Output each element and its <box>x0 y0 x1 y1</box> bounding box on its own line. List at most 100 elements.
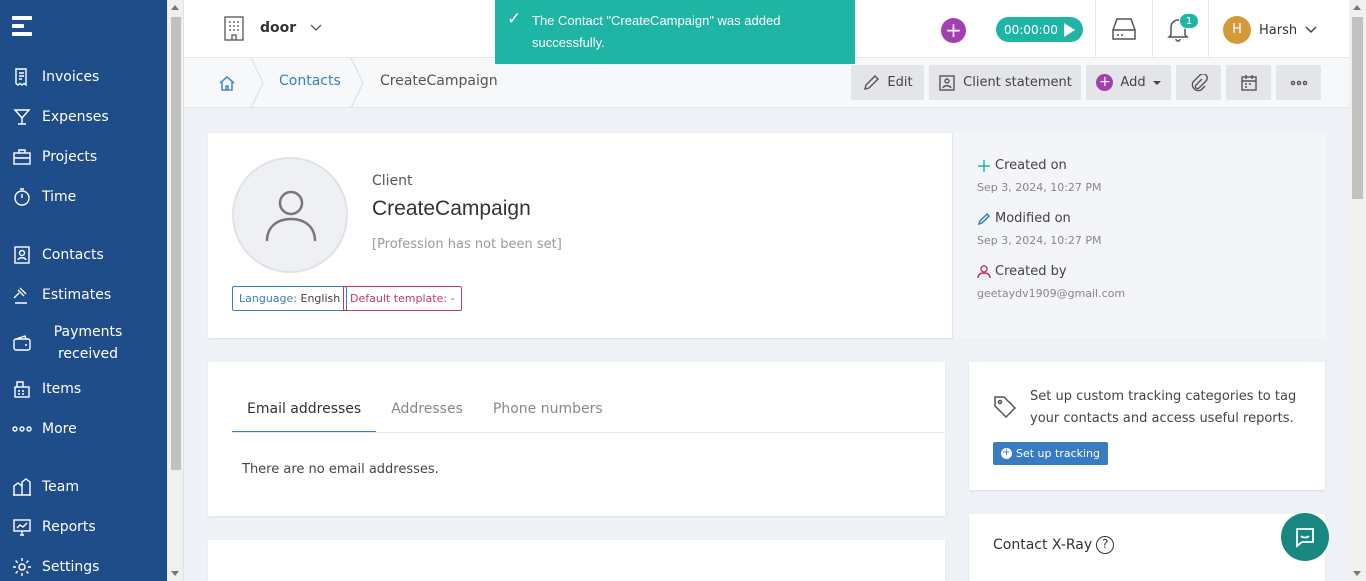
company-name: door <box>260 20 297 36</box>
play-icon <box>1063 22 1075 37</box>
gavel-icon <box>11 284 33 306</box>
plus-icon: + <box>1096 74 1114 91</box>
client-statement-label: Client statement <box>963 75 1072 90</box>
tab-addresses[interactable]: Addresses <box>376 398 478 433</box>
home-icon[interactable] <box>218 74 236 92</box>
sidebar-scrollbar[interactable] <box>167 0 184 581</box>
contact-profession[interactable]: [Profession has not been set] <box>372 237 562 252</box>
scrollbar-thumb[interactable] <box>1352 17 1363 199</box>
sidebar-item-settings[interactable]: Settings <box>0 549 167 581</box>
user-icon <box>265 190 317 242</box>
contact-name: CreateCampaign <box>372 197 531 220</box>
language-value: English <box>300 292 341 305</box>
contact-type: Client <box>372 173 413 189</box>
timer-value: 00:00:00 <box>1004 22 1058 37</box>
notification-badge: 1 <box>1179 13 1199 29</box>
cash-register-icon <box>11 378 33 400</box>
attachment-button[interactable] <box>1176 65 1221 100</box>
created-on-row: Created on <box>977 158 1067 173</box>
sidebar-item-label: Contacts <box>42 247 104 263</box>
sidebar: Invoices Expenses Projects Time Contacts… <box>0 0 167 581</box>
default-template-tag[interactable]: Default template: - <box>343 286 462 311</box>
sidebar-item-label: Reports <box>42 519 96 535</box>
help-icon[interactable]: ? <box>1096 536 1115 554</box>
contact-meta-panel: Created on Sep 3, 2024, 10:27 PM Modifie… <box>952 133 1325 338</box>
timer-button[interactable]: 00:00:00 <box>996 17 1083 42</box>
contact-xray-title: Contact X-Ray ? <box>993 536 1115 554</box>
calendar-button[interactable] <box>1226 65 1271 100</box>
client-statement-button[interactable]: Client statement <box>929 65 1081 100</box>
sidebar-item-contacts[interactable]: Contacts <box>0 237 167 273</box>
quick-add-button[interactable]: + <box>941 18 966 43</box>
company-switcher[interactable]: door <box>222 14 322 42</box>
sidebar-item-invoices[interactable]: Invoices <box>0 59 167 95</box>
language-tag[interactable]: Language: English <box>232 286 348 311</box>
sidebar-item-label: More <box>42 421 77 437</box>
scroll-up-arrow[interactable] <box>171 5 179 10</box>
add-button[interactable]: + Add <box>1086 65 1171 100</box>
sidebar-item-time[interactable]: Time <box>0 179 167 215</box>
user-name: Harsh <box>1259 22 1298 38</box>
plus-icon <box>978 159 990 172</box>
add-label: Add <box>1120 75 1146 90</box>
edit-button[interactable]: Edit <box>851 65 924 100</box>
contact-details-card: Email addresses Addresses Phone numbers … <box>208 362 945 516</box>
page-scrollbar[interactable] <box>1349 0 1366 581</box>
breadcrumb-current: CreateCampaign <box>380 73 498 89</box>
inbox-icon[interactable] <box>1110 16 1138 42</box>
sidebar-item-label: Expenses <box>42 109 109 125</box>
created-by-label: Created by <box>995 264 1067 279</box>
sidebar-item-items[interactable]: Items <box>0 371 167 407</box>
more-dots-icon <box>1290 80 1307 85</box>
chat-button[interactable] <box>1281 513 1329 561</box>
breadcrumb: Contacts CreateCampaign Edit Client stat… <box>184 57 1349 109</box>
divider <box>1208 0 1209 58</box>
scroll-down-arrow[interactable] <box>171 571 179 576</box>
tab-phone-numbers[interactable]: Phone numbers <box>478 398 618 433</box>
sidebar-item-projects[interactable]: Projects <box>0 139 167 175</box>
reports-icon <box>11 516 33 538</box>
created-on-label: Created on <box>995 158 1067 173</box>
breadcrumb-contacts-link[interactable]: Contacts <box>279 73 341 89</box>
chat-icon <box>1296 528 1314 548</box>
sidebar-item-payments-received[interactable]: Payments received <box>0 319 167 367</box>
calendar-icon <box>1240 74 1257 91</box>
chevron-down-icon <box>310 24 322 31</box>
team-icon <box>11 476 33 498</box>
sidebar-item-reports[interactable]: Reports <box>0 509 167 545</box>
user-menu[interactable]: H Harsh <box>1223 16 1317 44</box>
scroll-up-arrow[interactable] <box>1353 5 1361 10</box>
template-label: Default template: <box>350 292 448 305</box>
created-by-row: Created by <box>977 264 1067 279</box>
toast-message: The Contact "CreateCampaign" was added s… <box>532 13 781 50</box>
avatar[interactable] <box>232 157 348 273</box>
sidebar-item-expenses[interactable]: Expenses <box>0 99 167 135</box>
app-logo[interactable] <box>12 16 34 42</box>
more-options-button[interactable] <box>1276 65 1321 100</box>
sidebar-item-label: Items <box>42 381 82 397</box>
sidebar-item-label: Projects <box>42 149 98 165</box>
contact-lower-card <box>208 540 945 581</box>
template-value: - <box>450 292 455 305</box>
plus-icon: + <box>1001 447 1012 459</box>
building-icon <box>224 16 244 41</box>
scroll-down-arrow[interactable] <box>1353 571 1361 576</box>
scrollbar-thumb[interactable] <box>171 17 181 470</box>
set-up-tracking-label: Set up tracking <box>1016 447 1101 460</box>
contacts-icon <box>11 244 33 266</box>
modified-on-label: Modified on <box>995 211 1071 226</box>
caret-down-icon <box>1152 80 1161 85</box>
tab-email-addresses[interactable]: Email addresses <box>232 398 377 433</box>
tag-icon <box>993 394 1017 419</box>
check-icon: ✓ <box>507 9 522 28</box>
sidebar-item-estimates[interactable]: Estimates <box>0 277 167 313</box>
sidebar-item-more[interactable]: More <box>0 411 167 447</box>
created-on-value: Sep 3, 2024, 10:27 PM <box>977 181 1102 194</box>
sidebar-item-label: Time <box>42 189 77 205</box>
glass-icon <box>11 106 33 128</box>
language-label: Language: <box>239 292 297 305</box>
sidebar-item-team[interactable]: Team <box>0 469 167 505</box>
breadcrumb-separator <box>350 57 364 109</box>
set-up-tracking-button[interactable]: + Set up tracking <box>993 442 1109 465</box>
created-by-value: geetaydv1909@gmail.com <box>977 287 1126 300</box>
